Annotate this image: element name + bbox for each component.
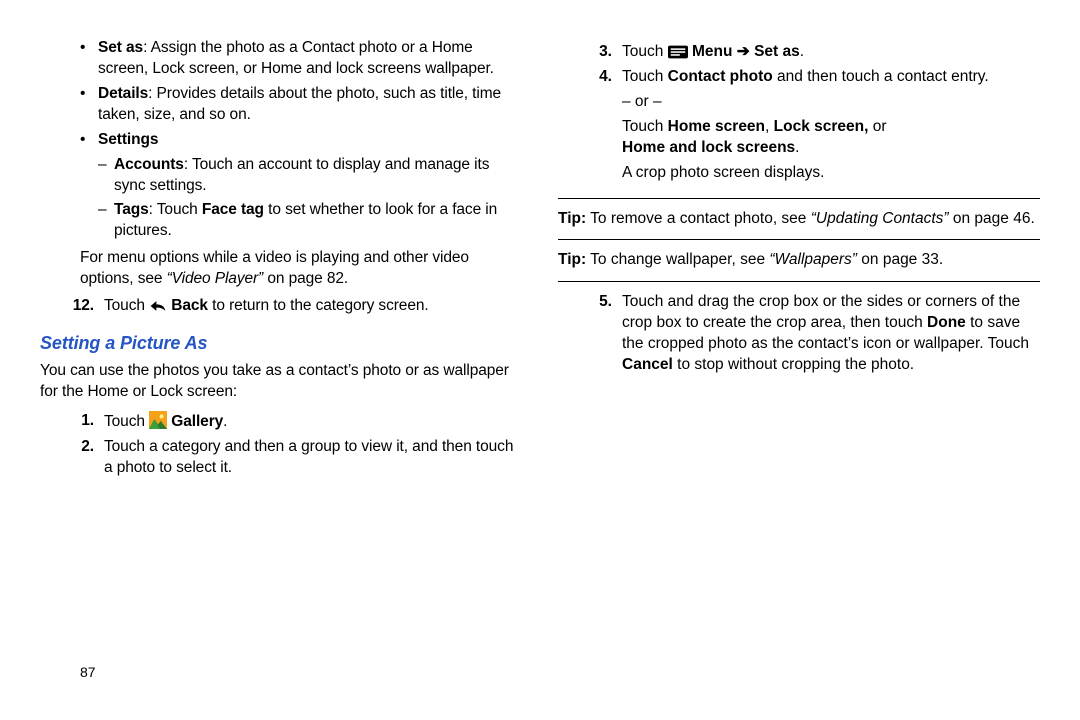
video-note: For menu options while a video is playin… bbox=[80, 248, 522, 290]
manual-page: • Set as: Assign the photo as a Contact … bbox=[0, 0, 1080, 720]
two-column-layout: • Set as: Assign the photo as a Contact … bbox=[40, 38, 1040, 483]
bullet-label: Set as bbox=[98, 39, 143, 56]
step4-line1-post: and then touch a contact entry. bbox=[773, 68, 989, 85]
step-text: Touch Gallery. bbox=[104, 411, 522, 433]
video-player-link: “Video Player” bbox=[167, 270, 264, 287]
tip-mid: To remove a contact photo, see bbox=[586, 210, 811, 227]
step4-line2-post: . bbox=[795, 139, 799, 156]
done-label: Done bbox=[927, 314, 966, 331]
tip-mid: To change wallpaper, see bbox=[586, 251, 769, 268]
step-2: 2. Touch a category and then a group to … bbox=[40, 437, 522, 479]
step12-pre: Touch bbox=[104, 297, 149, 314]
cancel-label: Cancel bbox=[622, 356, 673, 373]
menu-icon bbox=[668, 45, 688, 59]
dash-tags: – Tags: Touch Face tag to set whether to… bbox=[40, 200, 522, 242]
bullet-rest: : Assign the photo as a Contact photo or… bbox=[98, 39, 494, 77]
gallery-label: Gallery bbox=[171, 413, 223, 430]
tip-text: Tip: To remove a contact photo, see “Upd… bbox=[558, 199, 1040, 240]
step-text: Touch Contact photo and then touch a con… bbox=[622, 67, 1040, 184]
bullet-marker: • bbox=[40, 84, 98, 126]
step4-line1: Touch Contact photo and then touch a con… bbox=[622, 67, 1040, 88]
tip-wallpapers: Tip: To change wallpaper, see “Wallpaper… bbox=[558, 240, 1040, 282]
updating-contacts-link: “Updating Contacts” bbox=[811, 210, 949, 227]
bullet-rest: : Provides details about the photo, such… bbox=[98, 85, 501, 123]
gallery-icon bbox=[149, 411, 167, 429]
step-12: 12. Touch Back to return to the category… bbox=[40, 296, 522, 317]
step5-post: to stop without cropping the photo. bbox=[673, 356, 914, 373]
dash-marker: – bbox=[98, 200, 114, 242]
bullet-settings: • Settings bbox=[40, 130, 522, 151]
section-intro: You can use the photos you take as a con… bbox=[40, 361, 522, 403]
tip-post: on page 33. bbox=[857, 251, 943, 268]
step-3: 3. Touch Menu ➔ Set as. bbox=[558, 42, 1040, 63]
bullet-details: • Details: Provides details about the ph… bbox=[40, 84, 522, 126]
tip-label: Tip: bbox=[558, 210, 586, 227]
home-and-lock-label: Home and lock screens bbox=[622, 139, 795, 156]
dash-label: Tags bbox=[114, 201, 149, 218]
sep1: , bbox=[765, 118, 774, 135]
step4-line2-pre: Touch bbox=[622, 118, 668, 135]
dash-text: Accounts: Touch an account to display an… bbox=[114, 155, 522, 197]
page-number: 87 bbox=[80, 664, 96, 680]
step1-post: . bbox=[223, 413, 227, 430]
dash-marker: – bbox=[98, 155, 114, 197]
dash-accounts: – Accounts: Touch an account to display … bbox=[40, 155, 522, 197]
step4-line2: Touch Home screen, Lock screen, or Home … bbox=[622, 117, 1040, 159]
step-4: 4. Touch Contact photo and then touch a … bbox=[558, 67, 1040, 184]
menu-label: Menu bbox=[692, 43, 732, 60]
section-heading: Setting a Picture As bbox=[40, 331, 522, 355]
dash-bold-mid: Face tag bbox=[202, 201, 264, 218]
dash-rest-pre: : Touch bbox=[149, 201, 202, 218]
step12-post: to return to the category screen. bbox=[208, 297, 429, 314]
sep2: or bbox=[868, 118, 886, 135]
step-number: 1. bbox=[40, 411, 104, 433]
step-text: Touch Back to return to the category scr… bbox=[104, 296, 522, 317]
step3-pre: Touch bbox=[622, 43, 668, 60]
right-column: 3. Touch Menu ➔ Set as. bbox=[558, 38, 1040, 483]
tip-post: on page 46. bbox=[949, 210, 1035, 227]
bullet-label: Settings bbox=[98, 131, 158, 148]
home-screen-label: Home screen bbox=[668, 118, 765, 135]
dash-text: Tags: Touch Face tag to set whether to l… bbox=[114, 200, 522, 242]
bullet-text: Set as: Assign the photo as a Contact ph… bbox=[98, 38, 522, 80]
bullet-text: Details: Provides details about the phot… bbox=[98, 84, 522, 126]
bullet-set-as: • Set as: Assign the photo as a Contact … bbox=[40, 38, 522, 80]
step-1: 1. Touch Gallery. bbox=[40, 411, 522, 433]
arrow: ➔ bbox=[732, 43, 754, 60]
step-number: 2. bbox=[40, 437, 104, 479]
divider bbox=[558, 281, 1040, 282]
bullet-marker: • bbox=[40, 130, 98, 151]
left-column: • Set as: Assign the photo as a Contact … bbox=[40, 38, 522, 483]
tip-text: Tip: To change wallpaper, see “Wallpaper… bbox=[558, 240, 1040, 281]
wallpapers-link: “Wallpapers” bbox=[769, 251, 857, 268]
back-label: Back bbox=[171, 297, 208, 314]
lock-screen-label: Lock screen, bbox=[774, 118, 869, 135]
dash-label: Accounts bbox=[114, 156, 184, 173]
step4-or: – or – bbox=[622, 92, 1040, 113]
bullet-label: Details bbox=[98, 85, 148, 102]
step-5: 5. Touch and drag the crop box or the si… bbox=[558, 292, 1040, 376]
bullet-marker: • bbox=[40, 38, 98, 80]
step1-pre: Touch bbox=[104, 413, 149, 430]
video-note-post: on page 82. bbox=[263, 270, 348, 287]
step-number: 3. bbox=[558, 42, 622, 63]
step4-line3: A crop photo screen displays. bbox=[622, 163, 1040, 184]
step-text: Touch a category and then a group to vie… bbox=[104, 437, 522, 479]
step-text: Touch Menu ➔ Set as. bbox=[622, 42, 1040, 63]
tip-label: Tip: bbox=[558, 251, 586, 268]
step4-line1-pre: Touch bbox=[622, 68, 668, 85]
step-text: Touch and drag the crop box or the sides… bbox=[622, 292, 1040, 376]
step3-post: . bbox=[800, 43, 804, 60]
step-number: 12. bbox=[40, 296, 104, 317]
bullet-text: Settings bbox=[98, 130, 522, 151]
tip-updating-contacts: Tip: To remove a contact photo, see “Upd… bbox=[558, 198, 1040, 241]
set-as-label: Set as bbox=[754, 43, 800, 60]
step-number: 5. bbox=[558, 292, 622, 376]
contact-photo-label: Contact photo bbox=[668, 68, 773, 85]
step-number: 4. bbox=[558, 67, 622, 184]
back-icon bbox=[149, 299, 167, 313]
